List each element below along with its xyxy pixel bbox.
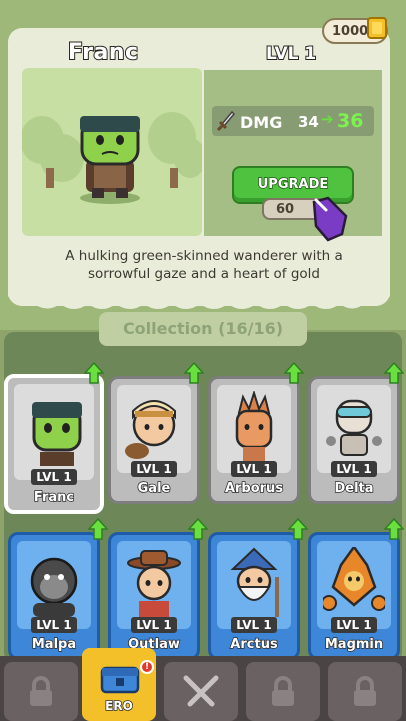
hero-tile-name: Delta [334,480,375,497]
malpa-avatar-icon [30,557,78,617]
hero-tile-gale[interactable]: LVL 1 Gale [108,376,200,504]
hero-tile-level: LVL 1 [311,617,397,633]
hero-tile-franc[interactable]: LVL 1 Franc [4,374,104,514]
hero-tile-malpa[interactable]: LVL 1 Malpa [8,532,100,660]
tutorial-pointer-icon [312,196,348,242]
nav-battle-tab[interactable] [164,662,238,721]
hero-tile-delta[interactable]: LVL 1 Delta [308,376,400,504]
collection-header: Collection (16/16) [99,312,307,346]
magmin-avatar-icon [323,547,385,611]
lock-icon [272,676,294,706]
hero-tile-level: LVL 1 [111,461,197,477]
arborus-avatar-icon [235,391,273,461]
hero-description: A hulking green-skinned wanderer with a … [65,248,343,282]
crossed-swords-icon [183,675,219,707]
stat-label: DMG [240,113,283,132]
hero-portrait-art [20,112,206,204]
hero-chest-icon [100,666,140,694]
nav-locked-2[interactable] [246,662,320,721]
hero-tile-name: Arctus [230,636,279,653]
nav-locked-3[interactable] [328,662,402,721]
lock-icon [30,676,52,706]
stat-next: 36 [337,110,364,132]
hero-tile-level: LVL 1 [211,617,297,633]
hero-tile-magmin[interactable]: LVL 1 Magmin [308,532,400,660]
upgrade-available-icon [184,362,204,384]
notification-badge: ! [140,660,154,674]
hero-name: Franc [67,39,139,66]
upgrade-available-icon [288,518,308,540]
upgrade-available-icon [384,362,404,384]
hero-tile-outlaw[interactable]: LVL 1 Outlaw [108,532,200,660]
hero-tile-name: Gale [137,480,171,497]
sword-icon [216,110,236,132]
hero-tile-level: LVL 1 [311,461,397,477]
upgrade-available-icon [84,362,104,384]
upgrade-available-icon [384,518,404,540]
gold-bar-icon [367,17,387,39]
hero-tile-name: Arborus [224,480,284,497]
hero-tile-level: LVL 1 [111,617,197,633]
collection-title: Collection (16/16) [122,319,284,338]
upgrade-label: UPGRADE [257,176,329,193]
hero-level: LVL 1 [265,43,317,65]
upgrade-available-icon [284,362,304,384]
franc-avatar-icon [32,402,82,466]
upgrade-available-icon [188,518,208,540]
nav-locked-1[interactable] [4,662,78,721]
arctus-avatar-icon [230,547,279,617]
hero-tile-name: Magmin [324,636,384,653]
stat-arrow-icon: ➔ [321,110,334,128]
hero-tile-level: LVL 1 [211,461,297,477]
hero-portrait [20,68,206,236]
currency-amount: 1000 [332,24,369,39]
hero-tile-arborus[interactable]: LVL 1 Arborus [208,376,300,504]
nav-heroes-label: ERO [104,698,133,714]
upgrade-available-icon [88,518,108,540]
outlaw-avatar-icon [127,550,181,617]
nav-heroes-tab[interactable]: ERO [82,648,156,721]
hero-tile-arctus[interactable]: LVL 1 Arctus [208,532,300,660]
hero-tile-level: LVL 1 [8,469,100,485]
hero-tile-name: Franc [33,489,75,506]
delta-avatar-icon [326,399,382,456]
hero-tile-level: LVL 1 [11,617,97,633]
gale-avatar-icon [125,400,176,459]
lock-icon [354,676,376,706]
upgrade-cost-value: 60 [276,202,295,217]
stat-current: 34 [298,113,319,131]
